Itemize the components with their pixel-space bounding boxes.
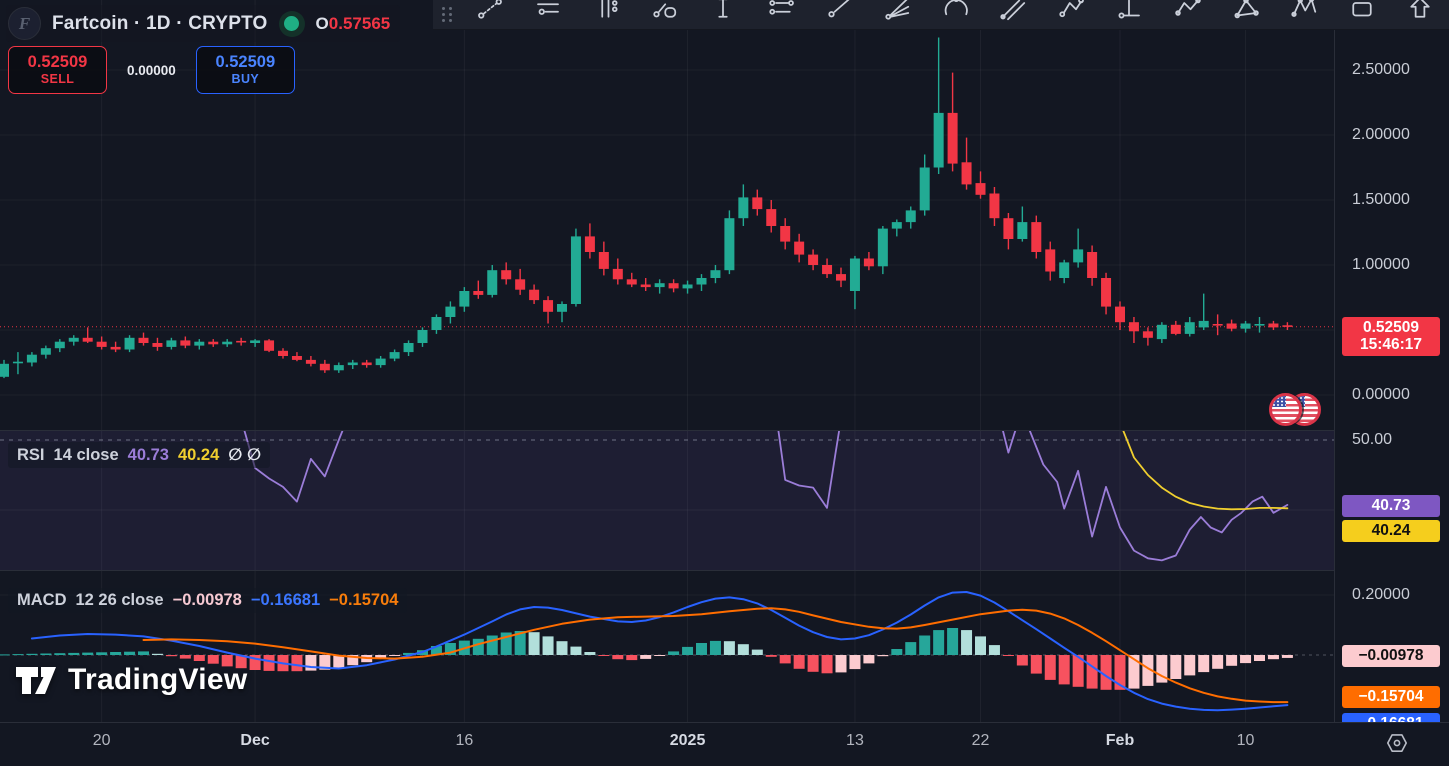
path-icon <box>1173 0 1203 23</box>
horizontal-line-icon <box>533 0 563 23</box>
tool-trend-line-button[interactable] <box>461 0 519 23</box>
tool-rectangle-button[interactable] <box>1333 0 1391 23</box>
us-flag-event-icon[interactable] <box>1269 392 1327 429</box>
current-price: 0.52509 <box>1342 319 1440 336</box>
bar-countdown: 15:46:17 <box>1342 336 1440 353</box>
ray-icon <box>824 0 854 23</box>
buy-button[interactable]: 0.52509 BUY <box>196 46 295 94</box>
macd-legend-params: 12 26 close <box>76 591 164 610</box>
rsi-legend-params: 14 close <box>54 446 119 465</box>
arrow-marker-icon <box>1405 0 1435 23</box>
tool-parallel-channel-button[interactable] <box>752 0 810 23</box>
ohlc-open-value: O0.57565 <box>316 14 391 34</box>
sell-label: SELL <box>41 72 75 87</box>
price-axis[interactable]: 0.52509 15:46:17 40.73 40.24 −0.00978 −0… <box>1334 0 1449 722</box>
ellipse-icon <box>649 0 679 23</box>
tool-polyline-button[interactable] <box>1042 0 1100 23</box>
rsi-legend-value: 40.73 <box>128 446 169 465</box>
time-axis[interactable]: 20 Dec 16 2025 13 22 Feb 10 <box>0 722 1449 766</box>
tradingview-chart-window: F Fartcoin · 1D · CRYPTO O0.57565 0.5250… <box>0 0 1449 766</box>
symbol-title[interactable]: Fartcoin · 1D · CRYPTO <box>52 13 268 35</box>
sell-price: 0.52509 <box>28 53 88 72</box>
fan-lines-icon <box>882 0 912 23</box>
rsi-legend[interactable]: RSI 14 close 40.73 40.24 ∅ ∅ <box>8 442 270 468</box>
tool-horizontal-ray-button[interactable] <box>1100 0 1158 23</box>
us-flag-icon-front <box>1269 393 1302 426</box>
tool-ray-button[interactable] <box>810 0 868 23</box>
tool-arc-button[interactable] <box>926 0 984 23</box>
tradingview-watermark: TradingView <box>14 663 247 697</box>
symbol-header: F Fartcoin · 1D · CRYPTO O0.57565 <box>6 5 400 42</box>
macd-hist-legend-value: −0.00978 <box>173 591 242 610</box>
time-tick-label: 16 <box>455 732 473 750</box>
tool-fan-lines-button[interactable] <box>868 0 926 23</box>
macd-signal-legend-value: −0.15704 <box>329 591 398 610</box>
rsi-ma-legend-value: 40.24 <box>178 446 219 465</box>
price-tick-label: 1.00000 <box>1352 255 1410 275</box>
market-status-dot[interactable] <box>279 11 305 37</box>
macd-tick-label: 0.20000 <box>1352 585 1410 605</box>
price-tick-label: 0.00000 <box>1352 385 1410 405</box>
rsi-tick-label: 50.00 <box>1352 430 1392 450</box>
tool-horizontal-line-button[interactable] <box>519 0 577 23</box>
drawing-toolbar <box>433 0 1449 30</box>
rectangle-icon <box>1347 0 1377 23</box>
time-tick-label: 13 <box>846 732 864 750</box>
buy-label: BUY <box>232 72 260 87</box>
symbol-logo: F <box>8 7 41 40</box>
time-tick-label: 10 <box>1237 732 1255 750</box>
tool-pitchfork-button[interactable] <box>577 0 635 23</box>
tool-ellipse-button[interactable] <box>635 0 693 23</box>
buy-price: 0.52509 <box>215 53 275 72</box>
macd-legend[interactable]: MACD 12 26 close −0.00978 −0.16681 −0.15… <box>8 588 407 613</box>
tool-triangle-pattern-button[interactable] <box>1217 0 1275 23</box>
rsi-legend-empty-values: ∅ ∅ <box>228 445 261 465</box>
polyline-icon <box>1056 0 1086 23</box>
tool-vertical-line-button[interactable] <box>694 0 752 23</box>
xabcd-pattern-icon <box>1289 0 1319 23</box>
rsi-ma-value-badge: 40.24 <box>1342 520 1440 542</box>
horizontal-ray-icon <box>1114 0 1144 23</box>
arc-icon <box>940 0 970 23</box>
tool-trend-angle-button[interactable] <box>984 0 1042 23</box>
drag-dots-icon <box>442 7 453 22</box>
rsi-value-badge: 40.73 <box>1342 495 1440 517</box>
tool-arrow-marker-button[interactable] <box>1391 0 1449 23</box>
triangle-pattern-icon <box>1231 0 1261 23</box>
sell-button[interactable]: 0.52509 SELL <box>8 46 107 94</box>
spread-value: 0.00000 <box>127 63 176 78</box>
macd-signal-value-badge: −0.15704 <box>1342 686 1440 708</box>
trend-line-icon <box>475 0 505 23</box>
macd-legend-title: MACD <box>17 591 67 610</box>
macd-line-legend-value: −0.16681 <box>251 591 320 610</box>
time-tick-label: 20 <box>93 732 111 750</box>
rsi-legend-title: RSI <box>17 446 45 465</box>
settings-hexagon-icon[interactable] <box>1381 727 1413 759</box>
current-price-badge: 0.52509 15:46:17 <box>1342 317 1440 356</box>
price-tick-label: 2.50000 <box>1352 60 1410 80</box>
price-tick-label: 2.00000 <box>1352 125 1410 145</box>
tool-xabcd-pattern-button[interactable] <box>1275 0 1333 23</box>
parallel-channel-icon <box>766 0 796 23</box>
tool-path-button[interactable] <box>1159 0 1217 23</box>
chart-canvas[interactable] <box>0 0 1334 722</box>
pitchfork-icon <box>591 0 621 23</box>
time-tick-label: Dec <box>240 732 269 750</box>
order-panel: 0.52509 SELL 0.00000 0.52509 BUY <box>8 46 295 94</box>
time-tick-label: 22 <box>972 732 990 750</box>
trend-angle-icon <box>998 0 1028 23</box>
tradingview-logo-icon <box>14 664 58 697</box>
macd-hist-value-badge: −0.00978 <box>1342 645 1440 667</box>
price-tick-label: 1.50000 <box>1352 190 1410 210</box>
vertical-line-icon <box>708 0 738 23</box>
time-tick-label: Feb <box>1106 732 1134 750</box>
toolbar-drag-handle[interactable] <box>433 0 461 29</box>
time-tick-label: 2025 <box>670 732 706 750</box>
tradingview-watermark-text: TradingView <box>68 663 247 697</box>
